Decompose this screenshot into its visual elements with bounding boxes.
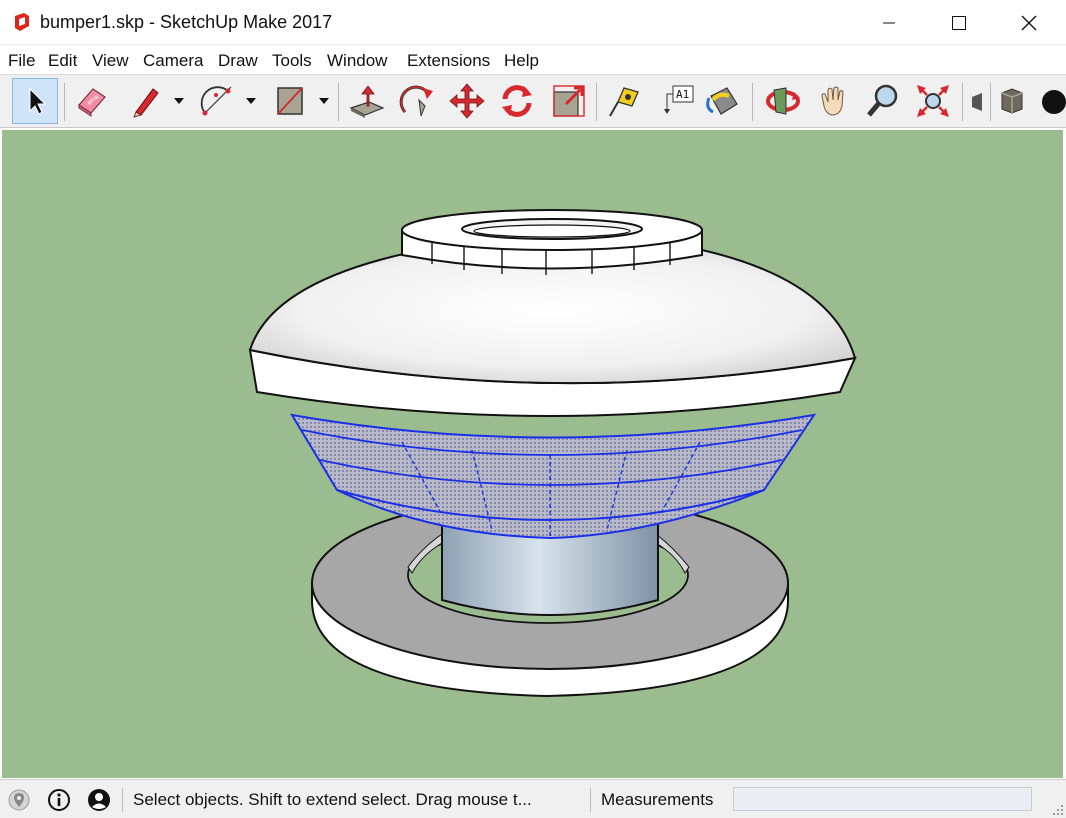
menu-file[interactable]: File (8, 51, 35, 71)
dome-top (248, 249, 857, 385)
arrow-cursor-icon (29, 87, 47, 115)
pan-tool[interactable] (810, 78, 856, 124)
text-tool[interactable]: A1 (654, 78, 700, 124)
zoom-extents-tool[interactable] (910, 78, 956, 124)
eraser-icon: pink (78, 88, 106, 117)
menu-tools[interactable]: Tools (272, 51, 312, 71)
window-title: bumper1.skp - SketchUp Make 2017 (40, 12, 333, 32)
svg-text:A1: A1 (676, 88, 689, 101)
line-tool[interactable] (122, 78, 168, 124)
scene-tool-icon[interactable] (970, 89, 984, 115)
push-pull-tool[interactable] (344, 78, 390, 124)
rotate-tool[interactable] (494, 78, 540, 124)
arc-tool[interactable] (195, 78, 241, 124)
bumper-model (248, 209, 857, 698)
menu-help[interactable]: Help (504, 51, 539, 71)
close-button[interactable] (1006, 0, 1052, 45)
magnifier-icon (867, 84, 898, 117)
paint-bucket-icon (706, 87, 738, 115)
chevron-down-icon[interactable] (173, 95, 185, 107)
hand-icon (821, 86, 844, 116)
menu-extensions[interactable]: Extensions (407, 51, 490, 71)
chevron-down-icon[interactable] (245, 95, 257, 107)
paint-bucket-tool[interactable] (700, 78, 746, 124)
sketchup-logo-icon (15, 13, 29, 31)
geo-location-icon[interactable] (7, 788, 31, 812)
orbit-icon (766, 87, 800, 115)
scale-tool[interactable] (546, 78, 592, 124)
tape-measure-tool[interactable] (602, 78, 648, 124)
menu-view[interactable]: View (92, 51, 129, 71)
rotate-icon (502, 85, 532, 117)
scale-icon (553, 85, 585, 117)
menu-draw[interactable]: Draw (218, 51, 258, 71)
menu-camera[interactable]: Camera (143, 51, 203, 71)
minimize-button[interactable] (866, 0, 912, 45)
follow-me-tool[interactable] (394, 78, 440, 124)
status-bar: Select objects. Shift to extend select. … (0, 779, 1066, 818)
measurements-input[interactable] (733, 787, 1032, 811)
resize-grip-icon[interactable] (1052, 804, 1064, 816)
shadows-icon[interactable] (1038, 87, 1066, 117)
model-viewport[interactable] (2, 130, 1063, 778)
status-hint: Select objects. Shift to extend select. … (133, 790, 532, 809)
select-tool[interactable] (12, 78, 58, 124)
pencil-icon (133, 88, 159, 118)
move-icon (449, 83, 485, 119)
follow-me-icon (399, 85, 433, 117)
rectangle-icon (277, 87, 303, 115)
close-icon (1021, 15, 1037, 30)
chevron-down-icon[interactable] (318, 95, 330, 107)
menu-bar: File Edit View Camera Draw Tools Window … (0, 46, 1066, 74)
user-account-icon[interactable] (87, 788, 111, 812)
maximize-button[interactable] (936, 0, 982, 45)
eraser-tool[interactable]: pink (68, 78, 114, 124)
info-icon[interactable] (47, 788, 71, 812)
menu-edit[interactable]: Edit (48, 51, 77, 71)
move-tool[interactable] (444, 78, 490, 124)
orbit-tool[interactable] (760, 78, 806, 124)
zoom-extents-icon (917, 85, 949, 117)
tape-measure-icon (609, 87, 639, 117)
toolbar: pink A1 (0, 74, 1066, 128)
title-bar: bumper1.skp - SketchUp Make 2017 (0, 0, 1066, 45)
minimize-icon (883, 22, 895, 23)
arc-icon (200, 86, 232, 116)
push-pull-icon (349, 85, 385, 118)
maximize-icon (952, 15, 966, 30)
measurements-label: Measurements (601, 790, 714, 809)
zoom-tool[interactable] (860, 78, 906, 124)
components-icon[interactable] (998, 85, 1026, 117)
menu-window[interactable]: Window (327, 51, 387, 71)
text-label-icon: A1 (664, 85, 694, 114)
rectangle-tool[interactable] (267, 78, 313, 124)
